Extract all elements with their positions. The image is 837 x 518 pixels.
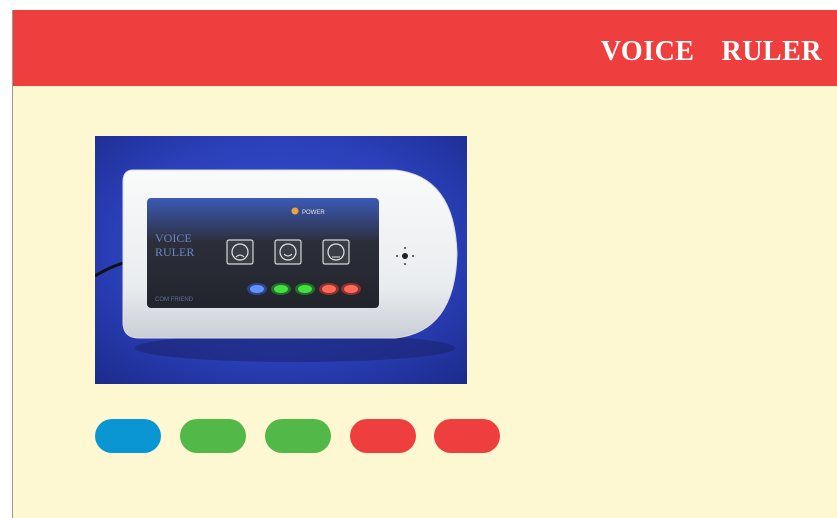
svg-text:RULER: RULER xyxy=(155,245,194,259)
product-photo: POWER VOICE RULER COM FRIEND xyxy=(95,136,467,384)
header-bar: VOICE RULER xyxy=(13,10,837,86)
sad-face-icon xyxy=(226,239,254,265)
level-loud-pill xyxy=(434,419,500,453)
svg-text:POWER: POWER xyxy=(302,210,325,216)
level-quiet-pill xyxy=(95,419,161,453)
content-panel: VOICE RULER POWER VOICE RULER COM FRIEND xyxy=(12,10,837,518)
page-title: VOICE RULER xyxy=(600,36,822,67)
level-good-pill xyxy=(180,419,246,453)
smile-face-icon xyxy=(274,239,302,265)
voice-ruler-device-image: POWER VOICE RULER COM FRIEND xyxy=(95,136,467,384)
level-good-pill xyxy=(265,419,331,453)
svg-text:VOICE: VOICE xyxy=(155,231,192,245)
angry-face-icon xyxy=(322,239,350,265)
device-leds xyxy=(247,283,361,295)
svg-text:COM FRIEND: COM FRIEND xyxy=(155,297,194,303)
level-loud-pill xyxy=(350,419,416,453)
